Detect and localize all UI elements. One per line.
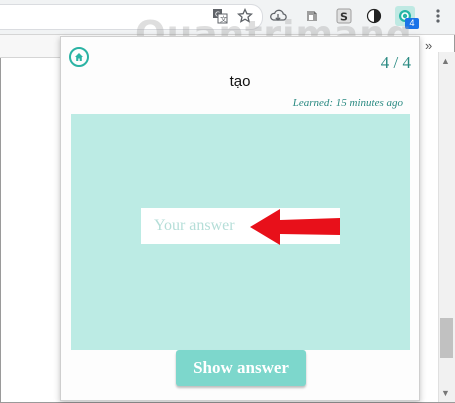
scroll-up-icon[interactable]: ▲ [441, 56, 450, 66]
menu-dots-icon[interactable] [428, 6, 448, 26]
card-counter: 4 / 4 [380, 53, 411, 72]
learned-timestamp: Learned: 15 minutes ago [292, 97, 403, 109]
show-answer-button[interactable]: Show answer [176, 350, 306, 386]
home-icon [75, 53, 83, 61]
flashcard-word: tạo [229, 73, 251, 90]
scroll-down-icon[interactable]: ▼ [441, 388, 450, 398]
scrollbar-thumb[interactable] [440, 318, 453, 358]
flashcard-panel [71, 114, 410, 350]
page-bookmark-bar [0, 35, 60, 58]
chevron-right-icon[interactable]: » [425, 38, 432, 53]
red-arrow-annotation [250, 209, 340, 245]
extension-popup: 4 / 4 tạo Learned: 15 minutes ago Show a… [60, 36, 420, 401]
home-button[interactable] [69, 47, 89, 67]
